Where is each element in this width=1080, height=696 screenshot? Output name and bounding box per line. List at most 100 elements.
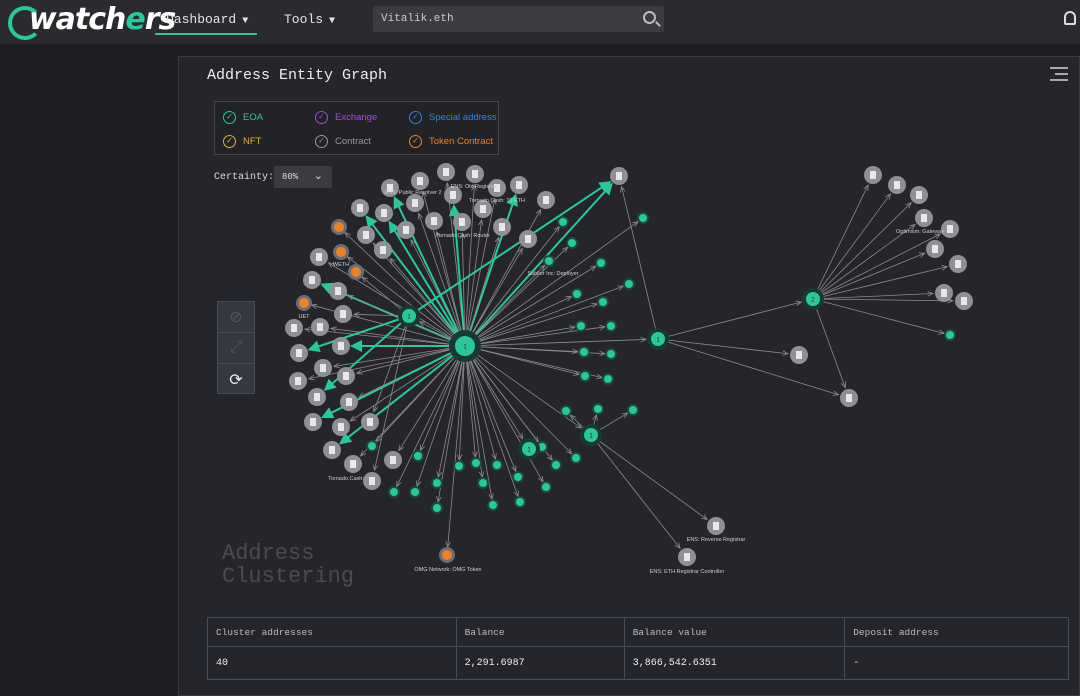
contract-node[interactable] — [304, 413, 322, 431]
eoa-hub-node[interactable]: 1 — [518, 438, 540, 460]
contract-node[interactable] — [334, 305, 352, 323]
contract-node[interactable] — [915, 209, 933, 227]
contract-node[interactable] — [308, 388, 326, 406]
contract-node[interactable] — [864, 166, 882, 184]
eoa-node[interactable] — [575, 320, 587, 332]
eoa-node[interactable] — [431, 477, 443, 489]
contract-node[interactable] — [537, 191, 555, 209]
contract-node[interactable] — [707, 517, 725, 535]
eoa-node[interactable] — [944, 329, 956, 341]
eoa-node[interactable] — [605, 320, 617, 332]
contract-node[interactable] — [493, 218, 511, 236]
contract-node[interactable] — [323, 441, 341, 459]
eoa-hub-node[interactable]: 1 — [449, 330, 481, 362]
eoa-node[interactable] — [592, 403, 604, 415]
eoa-node[interactable] — [431, 502, 443, 514]
expand-icon[interactable]: ⤢ — [218, 333, 254, 364]
certainty-select[interactable]: 80% ⌄ — [274, 166, 332, 188]
contract-node[interactable] — [949, 255, 967, 273]
token-contract-node[interactable] — [296, 295, 312, 311]
contract-node[interactable] — [311, 318, 329, 336]
eoa-hub-node[interactable]: 1 — [398, 305, 420, 327]
contract-node[interactable] — [384, 451, 402, 469]
legend-item-token-contract[interactable]: ✓ Token Contract — [409, 135, 493, 148]
eoa-node[interactable] — [453, 460, 465, 472]
eoa-node[interactable] — [366, 440, 378, 452]
contract-node[interactable] — [610, 167, 628, 185]
contract-node[interactable] — [425, 212, 443, 230]
eoa-node[interactable] — [543, 255, 555, 267]
contract-node[interactable] — [840, 389, 858, 407]
contract-node[interactable] — [340, 393, 358, 411]
contract-node[interactable] — [337, 367, 355, 385]
eoa-node[interactable] — [412, 450, 424, 462]
eoa-node[interactable] — [557, 216, 569, 228]
contract-node[interactable] — [375, 204, 393, 222]
eoa-node[interactable] — [540, 481, 552, 493]
eoa-hub-node[interactable]: 2 — [802, 288, 824, 310]
contract-node[interactable] — [303, 271, 321, 289]
legend-item-exchange[interactable]: ✓ Exchange — [315, 111, 377, 124]
contract-node[interactable] — [285, 319, 303, 337]
token-contract-node[interactable] — [331, 219, 347, 235]
refresh-icon[interactable]: ⟳ — [218, 364, 254, 395]
eoa-node[interactable] — [477, 477, 489, 489]
contract-node[interactable] — [790, 346, 808, 364]
eoa-node[interactable] — [570, 452, 582, 464]
contract-node[interactable] — [955, 292, 973, 310]
contract-node[interactable] — [310, 248, 328, 266]
contract-node[interactable] — [453, 213, 471, 231]
eoa-node[interactable] — [605, 348, 617, 360]
hide-icon[interactable]: ⊘ — [218, 302, 254, 333]
contract-node[interactable] — [357, 226, 375, 244]
contract-node[interactable] — [289, 372, 307, 390]
contract-node[interactable] — [935, 284, 953, 302]
eoa-node[interactable] — [595, 257, 607, 269]
eoa-node[interactable] — [491, 459, 503, 471]
eoa-node[interactable] — [566, 237, 578, 249]
contract-node[interactable] — [363, 472, 381, 490]
contract-node[interactable] — [344, 455, 362, 473]
eoa-node[interactable] — [578, 346, 590, 358]
eoa-node[interactable] — [550, 459, 562, 471]
contract-node[interactable] — [926, 240, 944, 258]
eoa-node[interactable] — [579, 370, 591, 382]
contract-node[interactable] — [374, 241, 392, 259]
contract-node[interactable] — [406, 194, 424, 212]
contract-node[interactable] — [361, 413, 379, 431]
eoa-node[interactable] — [409, 486, 421, 498]
eoa-node[interactable] — [623, 278, 635, 290]
eoa-node[interactable] — [487, 499, 499, 511]
eoa-node[interactable] — [597, 296, 609, 308]
contract-node[interactable] — [466, 165, 484, 183]
contract-node[interactable] — [888, 176, 906, 194]
token-contract-node[interactable] — [348, 264, 364, 280]
token-contract-node[interactable] — [333, 244, 349, 260]
contract-node[interactable] — [519, 230, 537, 248]
legend-item-special-address[interactable]: ✓ Special address — [409, 111, 497, 124]
contract-node[interactable] — [411, 172, 429, 190]
contract-node[interactable] — [332, 337, 350, 355]
contract-node[interactable] — [314, 359, 332, 377]
contract-node[interactable] — [910, 186, 928, 204]
legend-item-eoa[interactable]: ✓ EOA — [223, 111, 263, 124]
eoa-node[interactable] — [637, 212, 649, 224]
eoa-node[interactable] — [560, 405, 572, 417]
entity-graph[interactable]: 1 1 1 2 1 1 ENS: Public Resolver 2 ENS: Old Reg… — [0, 0, 1080, 685]
eoa-node[interactable] — [514, 496, 526, 508]
contract-node[interactable] — [397, 221, 415, 239]
legend-item-contract[interactable]: ✓ Contract — [315, 135, 371, 148]
eoa-hub-node[interactable]: 1 — [580, 424, 602, 446]
contract-node[interactable] — [510, 176, 528, 194]
contract-node[interactable] — [351, 199, 369, 217]
eoa-node[interactable] — [627, 404, 639, 416]
contract-node[interactable] — [678, 548, 696, 566]
contract-node[interactable] — [329, 282, 347, 300]
eoa-node[interactable] — [571, 288, 583, 300]
eoa-hub-node[interactable]: 1 — [647, 328, 669, 350]
contract-node[interactable] — [437, 163, 455, 181]
eoa-node[interactable] — [470, 457, 482, 469]
token-contract-node[interactable] — [439, 547, 455, 563]
contract-node[interactable] — [332, 418, 350, 436]
eoa-node[interactable] — [512, 471, 524, 483]
